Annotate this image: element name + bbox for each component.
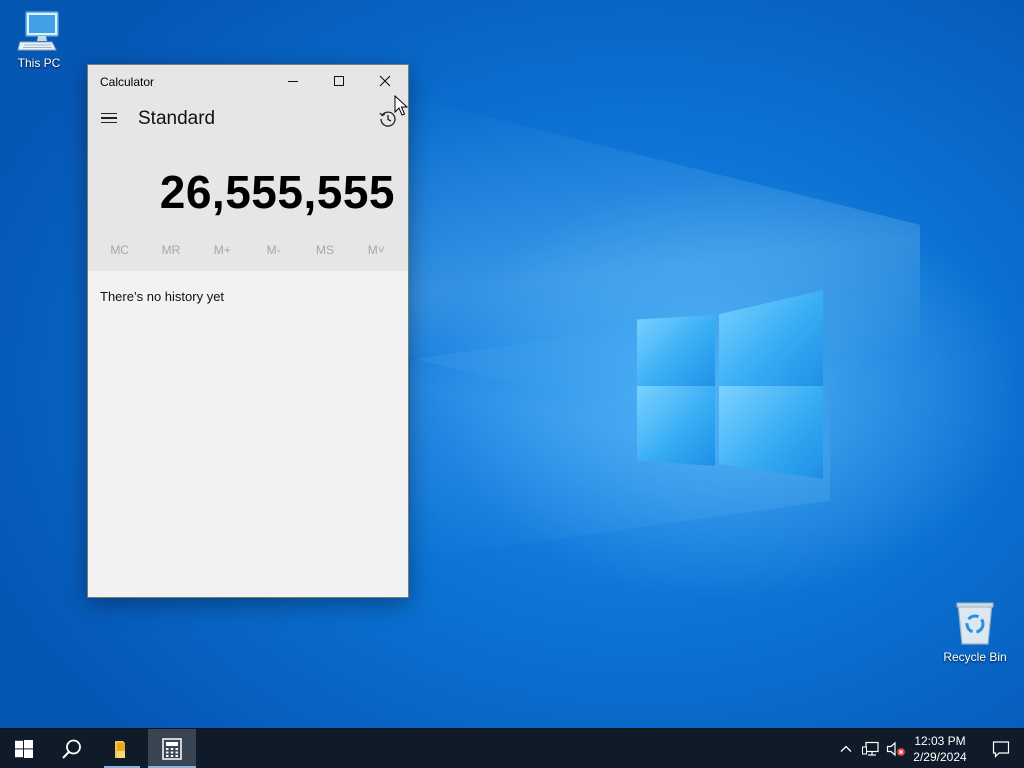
title-bar[interactable]: Calculator <box>88 65 408 97</box>
search-button[interactable] <box>48 729 96 768</box>
calculator-window[interactable]: Calculator Standard 26,555,555 MC MR M+ … <box>87 64 409 598</box>
file-explorer-taskbar-button[interactable] <box>97 729 145 768</box>
maximize-icon <box>334 76 344 86</box>
navigation-menu-button[interactable] <box>96 105 122 131</box>
recycle-bin-icon <box>956 602 994 645</box>
taskbar-clock[interactable]: 12:03 PM 2/29/2024 <box>904 733 976 765</box>
desktop-icon-recycle-bin[interactable]: Recycle Bin <box>940 600 1010 664</box>
search-icon <box>62 739 81 759</box>
minimize-button[interactable] <box>270 65 316 97</box>
window-title: Calculator <box>100 75 155 89</box>
minimize-icon <box>288 81 298 82</box>
memory-subtract-button[interactable]: M- <box>254 243 294 267</box>
start-button[interactable] <box>0 729 48 768</box>
windows-logo-wallpaper <box>630 285 830 485</box>
action-center-button[interactable] <box>978 729 1024 768</box>
calculator-icon <box>162 738 182 760</box>
close-icon <box>379 75 391 87</box>
calculator-taskbar-button[interactable] <box>148 729 196 768</box>
memory-store-button[interactable]: MS <box>305 243 345 267</box>
desktop-icon-label: This PC <box>17 56 61 70</box>
clock-date: 2/29/2024 <box>913 750 967 764</box>
memory-add-button[interactable]: M+ <box>202 243 242 267</box>
hamburger-icon <box>101 112 117 115</box>
start-icon <box>15 740 33 758</box>
memory-clear-button[interactable]: MC <box>100 243 140 267</box>
clock-time: 12:03 PM <box>914 734 966 748</box>
volume-muted-icon <box>886 741 905 757</box>
network-tray-button[interactable] <box>859 729 883 768</box>
history-empty-message: There’s no history yet <box>100 289 225 304</box>
maximize-button[interactable] <box>316 65 362 97</box>
taskbar: 12:03 PM 2/29/2024 <box>0 728 1024 768</box>
memory-recall-button[interactable]: MR <box>151 243 191 267</box>
close-button[interactable] <box>362 65 408 97</box>
network-icon <box>862 741 879 756</box>
file-explorer-icon <box>115 741 125 758</box>
computer-icon <box>17 11 59 51</box>
show-hidden-icons-button[interactable] <box>834 729 858 768</box>
mouse-cursor-icon <box>394 95 408 116</box>
memory-list-button[interactable]: M˅ <box>356 243 396 267</box>
chevron-up-icon <box>840 745 852 752</box>
desktop-icon-this-pc[interactable]: This PC <box>4 10 74 70</box>
result-display: 26,555,555 <box>159 166 395 218</box>
memory-button-row: MC MR M+ M- MS M˅ <box>88 243 408 267</box>
desktop-icon-label: Recycle Bin <box>943 650 1007 664</box>
calculator-mode-title: Standard <box>138 108 216 129</box>
action-center-icon <box>992 741 1010 758</box>
